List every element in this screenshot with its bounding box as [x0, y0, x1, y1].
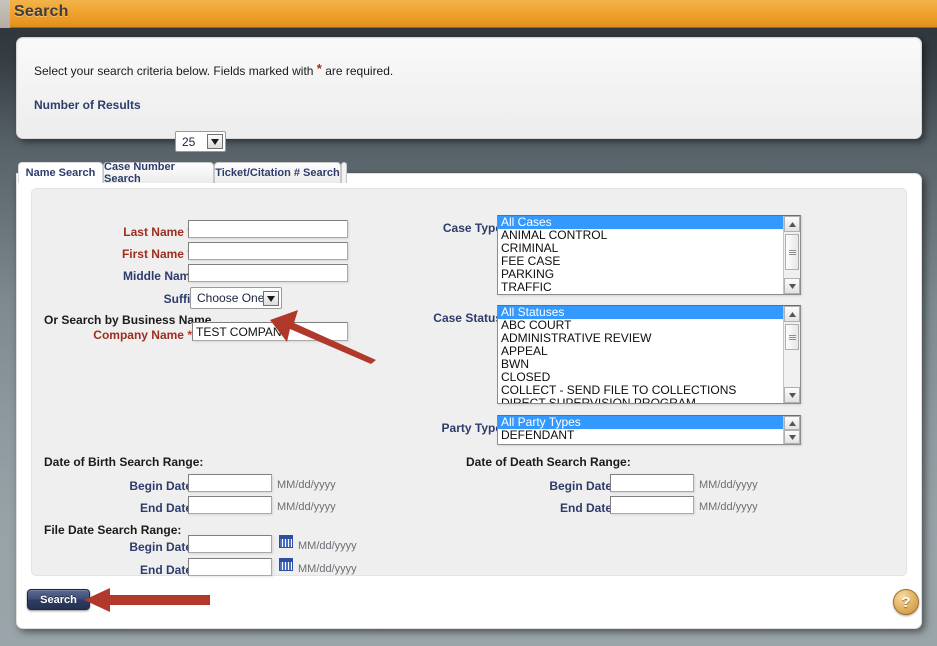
scroll-up-icon[interactable]: [784, 416, 800, 430]
party-type-label: Party Type: [441, 421, 502, 435]
first-name-label: First Name *: [87, 247, 192, 261]
page-title: Search: [14, 3, 69, 20]
file-end-date-input[interactable]: [188, 558, 272, 576]
search-button-label: Search: [40, 593, 77, 606]
company-name-input[interactable]: [192, 322, 348, 341]
case-type-listbox[interactable]: All Cases ANIMAL CONTROL CRIMINAL FEE CA…: [497, 215, 801, 295]
file-begin-date-input[interactable]: [188, 535, 272, 553]
number-of-results-select[interactable]: 25: [175, 131, 226, 152]
dob-begin-date-format-hint: MM/dd/yyyy: [277, 479, 336, 491]
case-status-options[interactable]: All Statuses ABC COURT ADMINISTRATIVE RE…: [498, 306, 783, 403]
title-bar-left-notch: [0, 0, 10, 28]
tab-name-search-label: Name Search: [25, 167, 96, 179]
case-type-option[interactable]: TRAFFIC: [498, 281, 783, 294]
chevron-down-icon[interactable]: [263, 291, 279, 306]
party-type-listbox[interactable]: All Party Types DEFENDANT: [497, 415, 801, 445]
tab-case-number-search-label: Case Number Search: [104, 161, 175, 185]
first-name-input[interactable]: [188, 242, 348, 260]
business-name-note: Or Search by Business Name: [44, 313, 212, 327]
tab-ticket-citation-search-label: Ticket/Citation # Search: [215, 167, 340, 179]
file-date-range-heading: File Date Search Range:: [44, 523, 182, 537]
calendar-icon[interactable]: [279, 535, 293, 548]
page-title-bar: Search: [0, 0, 937, 28]
chevron-down-icon[interactable]: [207, 134, 223, 149]
dob-begin-date-input[interactable]: [188, 474, 272, 492]
dod-begin-date-label: Begin Date: [549, 479, 612, 493]
case-type-options[interactable]: All Cases ANIMAL CONTROL CRIMINAL FEE CA…: [498, 216, 783, 294]
scroll-up-icon[interactable]: [784, 306, 800, 322]
suffix-label: Suffix: [163, 292, 197, 306]
search-button[interactable]: Search: [27, 589, 90, 610]
dod-end-date-label: End Date: [559, 501, 612, 515]
suffix-select[interactable]: Choose One: [190, 287, 282, 309]
search-form-area: Last Name * First Name * Middle Name Suf…: [31, 188, 907, 577]
scrollbar-thumb[interactable]: [785, 234, 799, 270]
file-begin-date-format-hint: MM/dd/yyyy: [298, 540, 357, 552]
scrollbar-grip-icon: [788, 249, 796, 255]
criteria-instruction-before: Select your search criteria below. Field…: [34, 64, 314, 78]
criteria-instruction: Select your search criteria below. Field…: [34, 61, 394, 78]
tab-ticket-citation-search[interactable]: Ticket/Citation # Search: [214, 162, 341, 183]
calendar-icon[interactable]: [279, 558, 293, 571]
case-status-scrollbar[interactable]: [783, 306, 800, 403]
tab-strip-endcap: [341, 162, 347, 183]
dod-end-date-input[interactable]: [610, 496, 694, 514]
question-mark-icon: ?: [901, 593, 911, 611]
case-status-option[interactable]: DIRECT SUPERVISION PROGRAM: [498, 397, 783, 404]
dod-range-heading: Date of Death Search Range:: [466, 455, 631, 469]
case-type-scrollbar[interactable]: [783, 216, 800, 294]
dob-begin-date-label: Begin Date: [129, 479, 192, 493]
file-end-date-label: End Date: [139, 563, 192, 577]
party-type-option[interactable]: DEFENDANT: [498, 429, 783, 442]
dob-end-date-label: End Date: [139, 501, 192, 515]
party-type-scrollbar[interactable]: [783, 416, 800, 444]
dod-begin-date-input[interactable]: [610, 474, 694, 492]
help-button[interactable]: ?: [893, 589, 919, 615]
search-form-panel: Last Name * First Name * Middle Name Suf…: [16, 173, 922, 629]
scroll-down-icon[interactable]: [784, 278, 800, 294]
calendar-icon-grid: [280, 562, 292, 570]
middle-name-input[interactable]: [188, 264, 348, 282]
criteria-panel-sheet: [18, 39, 920, 137]
case-status-option[interactable]: APPEAL: [498, 345, 783, 358]
party-type-options[interactable]: All Party Types DEFENDANT: [498, 416, 783, 444]
calendar-icon-grid: [280, 539, 292, 547]
search-criteria-panel: Select your search criteria below. Field…: [16, 37, 922, 152]
last-name-label: Last Name *: [87, 225, 192, 239]
scrollbar-grip-icon: [788, 334, 796, 340]
tab-case-number-search[interactable]: Case Number Search: [103, 161, 214, 185]
criteria-instruction-after: are required.: [325, 64, 394, 78]
case-status-listbox[interactable]: All Statuses ABC COURT ADMINISTRATIVE RE…: [497, 305, 801, 404]
company-name-label: Company Name *: [93, 328, 192, 342]
required-star-legend: *: [316, 61, 322, 76]
search-tabs: Name Search Case Number Search Ticket/Ci…: [18, 161, 347, 185]
number-of-results-label: Number of Results: [34, 98, 141, 112]
case-type-label: Case Type: [442, 221, 502, 235]
suffix-value: Choose One: [197, 291, 265, 305]
file-begin-date-label: Begin Date: [129, 540, 192, 554]
number-of-results-value: 25: [182, 134, 196, 149]
dod-end-date-format-hint: MM/dd/yyyy: [699, 501, 758, 513]
tab-name-search[interactable]: Name Search: [18, 162, 103, 183]
middle-name-label: Middle Name: [122, 269, 197, 283]
dod-begin-date-format-hint: MM/dd/yyyy: [699, 479, 758, 491]
dob-end-date-format-hint: MM/dd/yyyy: [277, 501, 336, 513]
scroll-up-icon[interactable]: [784, 216, 800, 232]
dob-end-date-input[interactable]: [188, 496, 272, 514]
dob-range-heading: Date of Birth Search Range:: [44, 455, 204, 469]
scroll-down-icon[interactable]: [784, 387, 800, 403]
scroll-down-icon[interactable]: [784, 430, 800, 444]
last-name-input[interactable]: [188, 220, 348, 238]
scrollbar-thumb[interactable]: [785, 324, 799, 350]
case-status-label: Case Status: [433, 311, 502, 325]
file-end-date-format-hint: MM/dd/yyyy: [298, 563, 357, 575]
